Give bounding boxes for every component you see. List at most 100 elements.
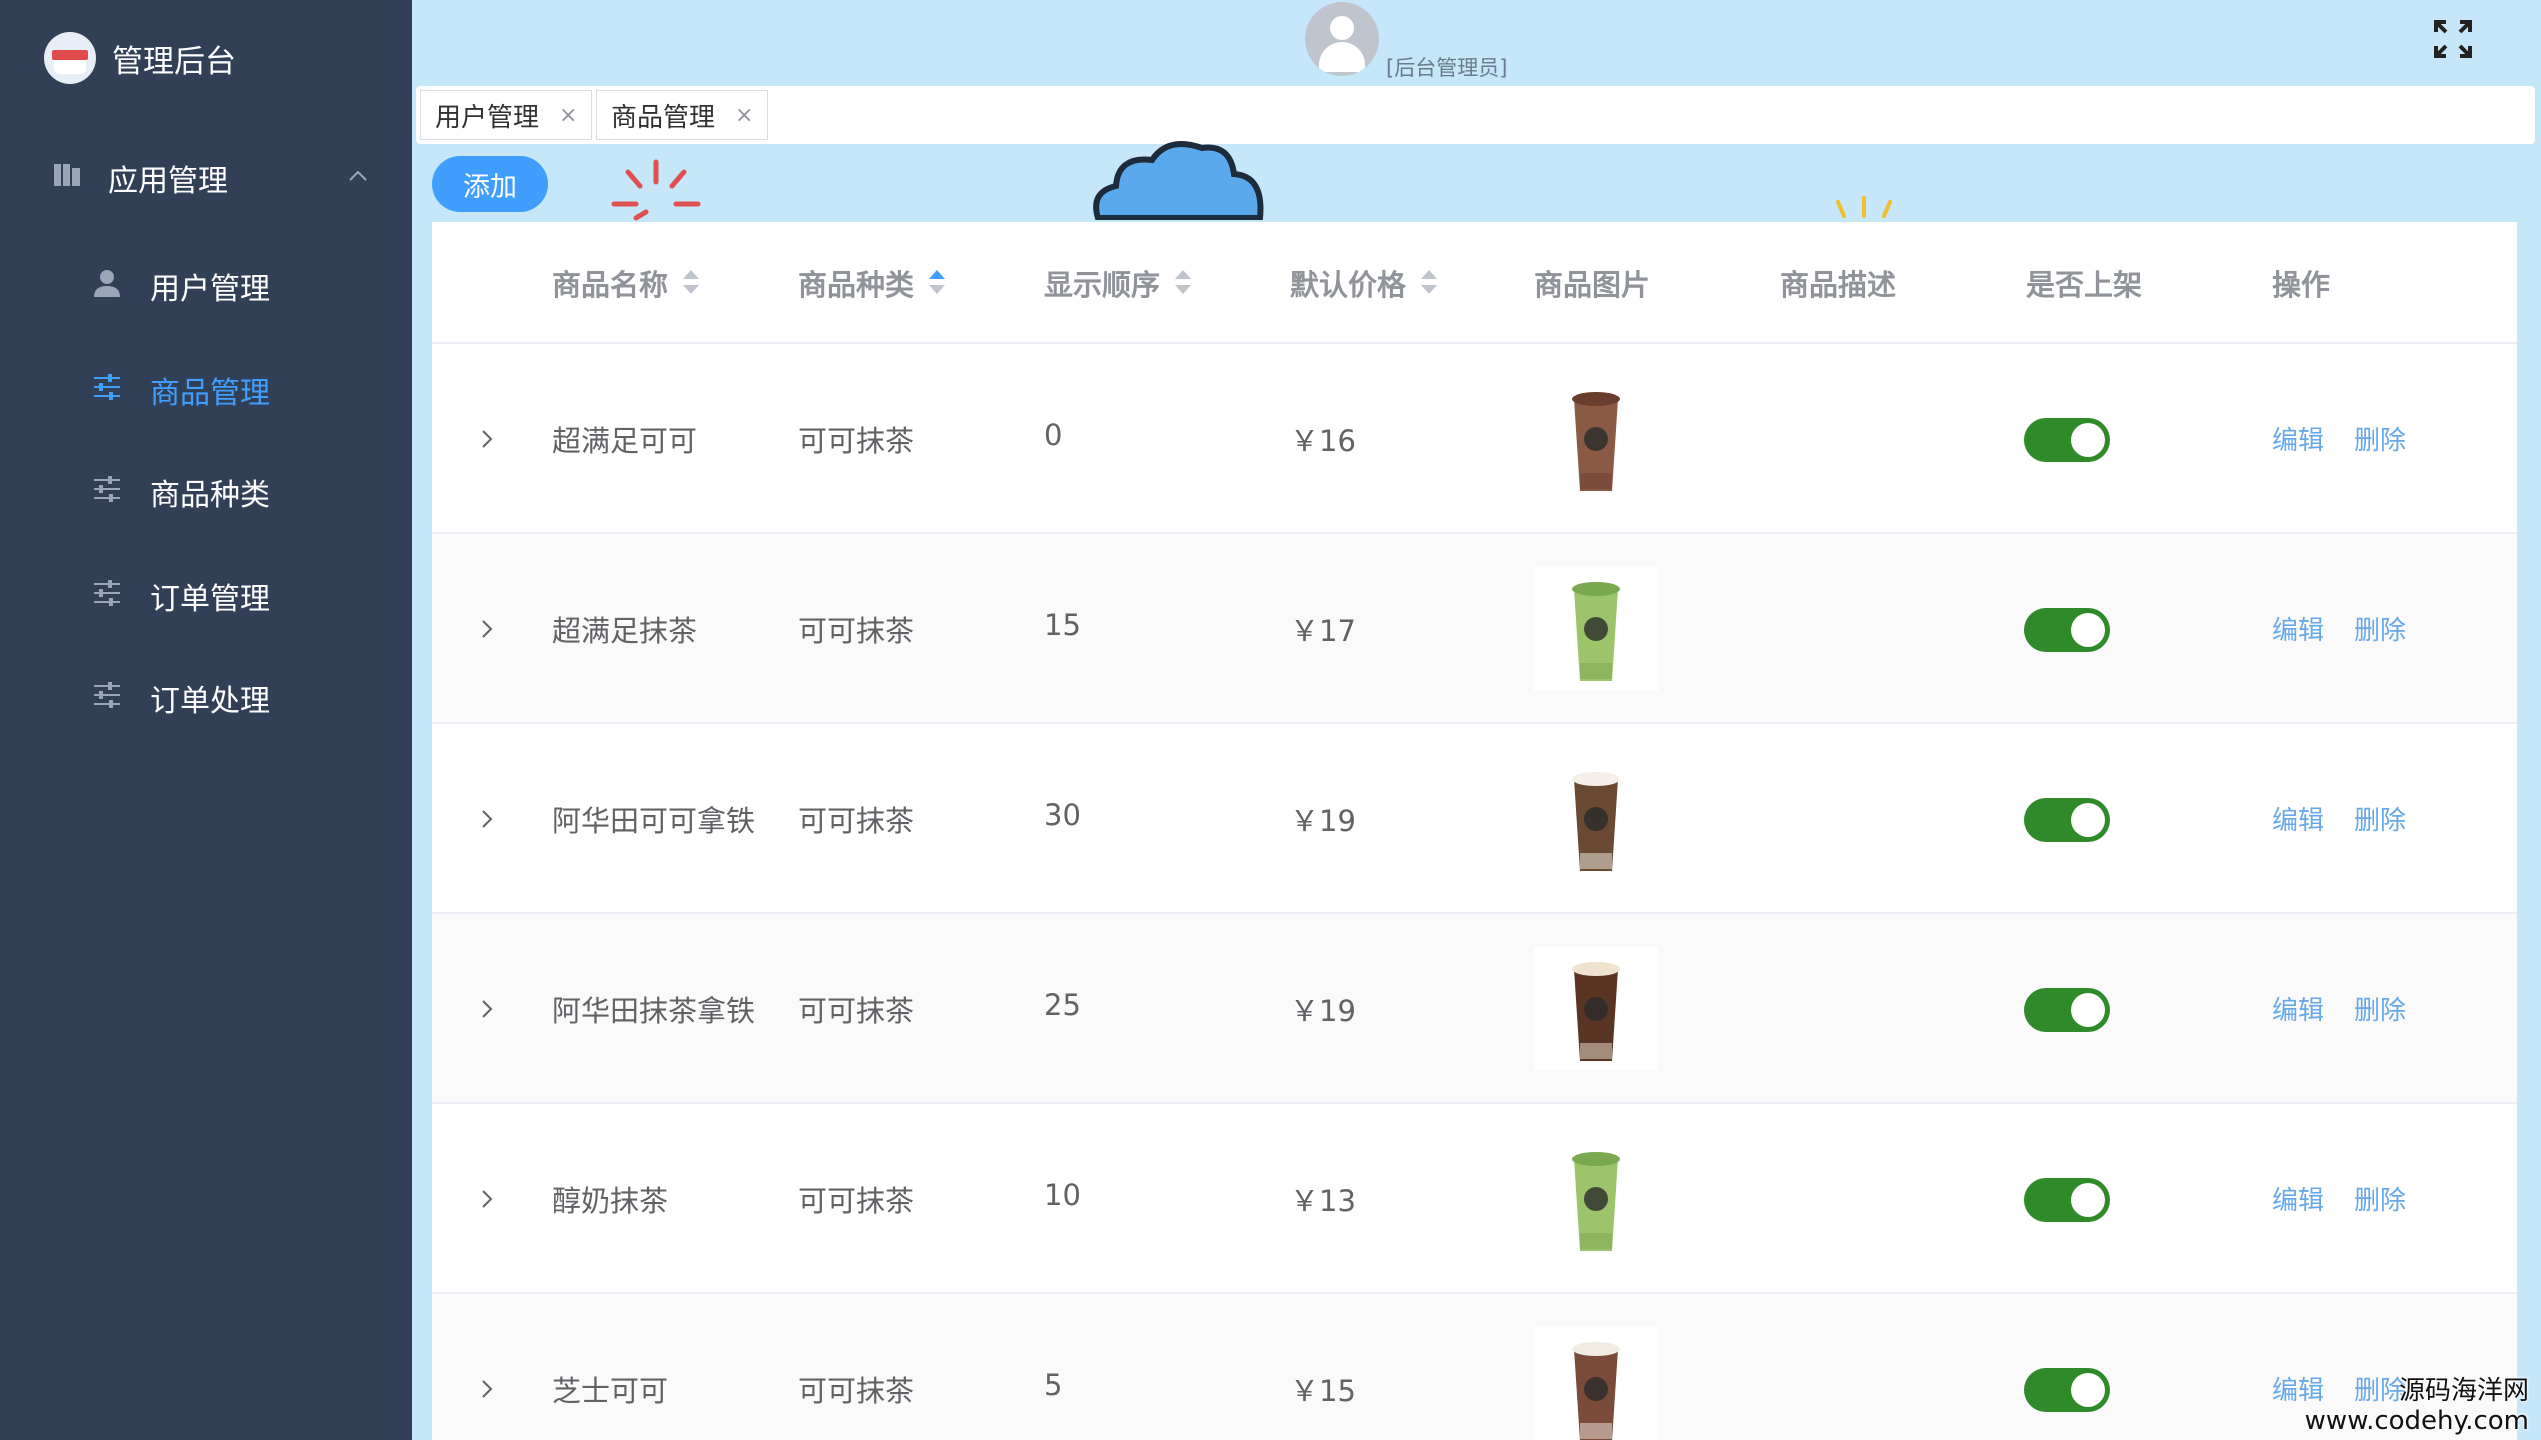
product-image bbox=[1534, 1327, 1658, 1440]
brand-title: 管理后台 bbox=[112, 43, 236, 80]
cell-order: 5 bbox=[1044, 1368, 1063, 1402]
sidebar-item-order-management[interactable]: 订单管理 bbox=[0, 548, 412, 640]
sliders-icon bbox=[94, 682, 120, 708]
column-header-description: 商品描述 bbox=[1780, 262, 1896, 304]
column-label: 商品图片 bbox=[1534, 268, 1651, 302]
product-table: 商品名称 商品种类 显示顺序 默认价格 商品图片 商品描述 是否上架 操作 超满… bbox=[432, 222, 2517, 1440]
close-icon[interactable]: × bbox=[735, 103, 753, 128]
on-sale-toggle[interactable] bbox=[2024, 1178, 2110, 1222]
delete-link[interactable]: 删除 bbox=[2354, 420, 2406, 457]
table-row: 超满足可可 可可抹茶 0 ￥16 编辑 删除 bbox=[432, 344, 2517, 534]
tab-product-management[interactable]: 商品管理 × bbox=[596, 90, 769, 140]
tab-user-management[interactable]: 用户管理 × bbox=[420, 90, 593, 140]
product-image bbox=[1534, 1137, 1658, 1261]
watermark: 源码海洋网 www.codehy.com bbox=[2305, 1376, 2529, 1436]
cell-category: 可可抹茶 bbox=[798, 804, 915, 838]
chevron-up-icon[interactable] bbox=[346, 164, 370, 188]
column-label: 商品描述 bbox=[1780, 268, 1897, 302]
column-label: 是否上架 bbox=[2026, 268, 2143, 302]
cell-order: 10 bbox=[1044, 1178, 1081, 1212]
sidebar-item-product-category[interactable]: 商品种类 bbox=[0, 444, 412, 536]
cell-order: 0 bbox=[1044, 418, 1063, 452]
on-sale-toggle[interactable] bbox=[2024, 988, 2110, 1032]
sliders-icon bbox=[94, 374, 120, 400]
chevron-right-icon[interactable] bbox=[476, 808, 498, 830]
delete-link[interactable]: 删除 bbox=[2354, 1180, 2406, 1217]
column-header-actions: 操作 bbox=[2272, 262, 2330, 304]
tab-label: 商品管理 bbox=[611, 102, 716, 133]
cell-order: 15 bbox=[1044, 608, 1081, 642]
sliders-icon bbox=[94, 580, 120, 606]
column-header-price[interactable]: 默认价格 bbox=[1290, 262, 1438, 304]
column-header-on-sale: 是否上架 bbox=[2026, 262, 2142, 304]
sun-decoration-icon bbox=[1836, 196, 1892, 218]
delete-link[interactable]: 删除 bbox=[2354, 800, 2406, 837]
column-header-category[interactable]: 商品种类 bbox=[798, 262, 946, 304]
watermark-line: 源码海洋网 bbox=[2398, 1376, 2529, 1406]
cell-price: ￥13 bbox=[1290, 1184, 1356, 1218]
cell-name: 阿华田抹茶拿铁 bbox=[552, 994, 756, 1028]
edit-link[interactable]: 编辑 bbox=[2272, 990, 2324, 1027]
sidebar-item-label: 订单管理 bbox=[150, 582, 270, 617]
app-grid-icon bbox=[54, 164, 80, 186]
cell-category: 可可抹茶 bbox=[798, 1374, 915, 1408]
edit-link[interactable]: 编辑 bbox=[2272, 610, 2324, 647]
delete-link[interactable]: 删除 bbox=[2354, 610, 2406, 647]
sidebar: 管理后台 应用管理 用户管理 商品管理 商品种类 订单管理 订单处理 bbox=[0, 0, 412, 1440]
chevron-right-icon[interactable] bbox=[476, 1378, 498, 1400]
avatar[interactable] bbox=[1305, 2, 1379, 76]
sidebar-item-order-processing[interactable]: 订单处理 bbox=[0, 650, 412, 742]
table-row: 阿华田可可拿铁 可可抹茶 30 ￥19 编辑 删除 bbox=[432, 724, 2517, 914]
on-sale-toggle[interactable] bbox=[2024, 1368, 2110, 1412]
edit-link[interactable]: 编辑 bbox=[2272, 420, 2324, 457]
on-sale-toggle[interactable] bbox=[2024, 608, 2110, 652]
column-header-order[interactable]: 显示顺序 bbox=[1044, 262, 1192, 304]
sidebar-item-user-management[interactable]: 用户管理 bbox=[0, 238, 412, 330]
table-row: 阿华田抹茶拿铁 可可抹茶 25 ￥19 编辑 删除 bbox=[432, 914, 2517, 1104]
brand-logo-icon bbox=[44, 32, 96, 84]
sidebar-item-label: 订单处理 bbox=[150, 684, 270, 719]
table-header: 商品名称 商品种类 显示顺序 默认价格 商品图片 商品描述 是否上架 操作 bbox=[432, 222, 2517, 344]
cell-category: 可可抹茶 bbox=[798, 994, 915, 1028]
sidebar-item-product-management[interactable]: 商品管理 bbox=[0, 342, 412, 434]
cell-category: 可可抹茶 bbox=[798, 614, 915, 648]
cell-order: 30 bbox=[1044, 798, 1081, 832]
cell-price: ￥16 bbox=[1290, 424, 1356, 458]
admin-role-label: [后台管理员] bbox=[1386, 56, 1508, 80]
chevron-right-icon[interactable] bbox=[476, 618, 498, 640]
chevron-right-icon[interactable] bbox=[476, 428, 498, 450]
menu-group-app-management[interactable]: 应用管理 bbox=[0, 140, 412, 212]
on-sale-toggle[interactable] bbox=[2024, 798, 2110, 842]
table-row: 醇奶抹茶 可可抹茶 10 ￥13 编辑 删除 bbox=[432, 1104, 2517, 1294]
sort-icon[interactable] bbox=[1174, 270, 1192, 296]
sidebar-item-label: 商品种类 bbox=[150, 478, 270, 513]
chevron-right-icon[interactable] bbox=[476, 1188, 498, 1210]
header: [后台管理员] bbox=[412, 0, 2541, 84]
tab-label: 用户管理 bbox=[435, 102, 540, 133]
column-label: 商品种类 bbox=[798, 268, 915, 302]
column-header-image: 商品图片 bbox=[1534, 262, 1650, 304]
cell-name: 芝士可可 bbox=[552, 1374, 669, 1408]
sidebar-item-label: 用户管理 bbox=[150, 272, 270, 307]
cell-name: 阿华田可可拿铁 bbox=[552, 804, 756, 838]
tabs-bar: 用户管理 × 商品管理 × bbox=[416, 86, 2535, 144]
product-image bbox=[1534, 567, 1658, 691]
brand: 管理后台 bbox=[44, 30, 236, 86]
delete-link[interactable]: 删除 bbox=[2354, 990, 2406, 1027]
chevron-right-icon[interactable] bbox=[476, 998, 498, 1020]
cell-price: ￥19 bbox=[1290, 804, 1356, 838]
on-sale-toggle[interactable] bbox=[2024, 418, 2110, 462]
sort-icon[interactable] bbox=[928, 270, 946, 296]
table-row: 芝士可可 可可抹茶 5 ￥15 编辑 删除 bbox=[432, 1294, 2517, 1440]
column-label: 商品名称 bbox=[552, 268, 669, 302]
sort-icon[interactable] bbox=[1420, 270, 1438, 296]
sort-icon[interactable] bbox=[682, 270, 700, 296]
column-header-name[interactable]: 商品名称 bbox=[552, 262, 700, 304]
add-button[interactable]: 添加 bbox=[432, 156, 548, 212]
column-label: 显示顺序 bbox=[1044, 268, 1161, 302]
watermark-line: www.codehy.com bbox=[2304, 1406, 2529, 1436]
close-icon[interactable]: × bbox=[559, 103, 577, 128]
fullscreen-icon[interactable] bbox=[2434, 20, 2472, 58]
edit-link[interactable]: 编辑 bbox=[2272, 800, 2324, 837]
edit-link[interactable]: 编辑 bbox=[2272, 1180, 2324, 1217]
